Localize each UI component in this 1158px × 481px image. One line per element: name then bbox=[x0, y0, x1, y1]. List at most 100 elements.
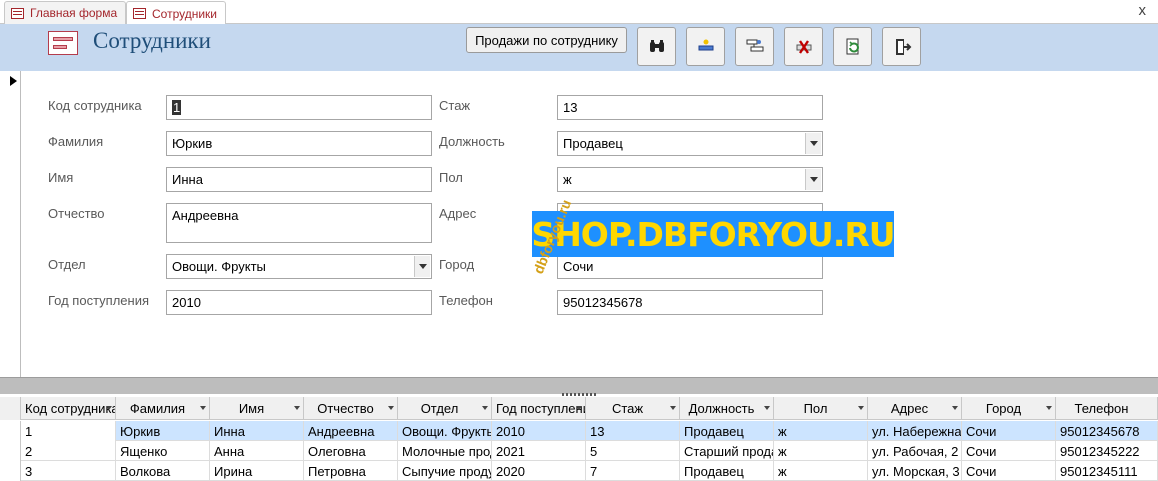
table-cell[interactable]: Овощи. Фрукты bbox=[398, 421, 492, 441]
column-header-label: Телефон bbox=[1074, 401, 1129, 416]
exit-icon bbox=[895, 38, 911, 55]
position-combo[interactable]: Продавец bbox=[557, 131, 823, 156]
patronymic-field[interactable]: Андреевна bbox=[166, 203, 432, 243]
find-button[interactable] bbox=[637, 27, 676, 66]
table-cell[interactable]: Сочи bbox=[962, 461, 1056, 481]
table-cell[interactable]: 1 bbox=[21, 421, 116, 441]
column-header[interactable]: Код сотрудника bbox=[21, 397, 116, 420]
table-cell[interactable]: ул. Рабочая, 2 bbox=[868, 441, 962, 461]
table-cell[interactable]: 95012345678 bbox=[1056, 421, 1158, 441]
row-selector[interactable] bbox=[0, 441, 21, 461]
table-cell[interactable]: 95012345111 bbox=[1056, 461, 1158, 481]
table-cell[interactable]: 2 bbox=[21, 441, 116, 461]
column-header[interactable]: Адрес bbox=[868, 397, 962, 420]
column-header[interactable]: Фамилия bbox=[116, 397, 210, 420]
sort-dropdown-icon[interactable] bbox=[294, 406, 300, 410]
table-cell[interactable]: Петровна bbox=[304, 461, 398, 481]
sort-dropdown-icon[interactable] bbox=[200, 406, 206, 410]
column-header[interactable]: Имя bbox=[210, 397, 304, 420]
table-cell[interactable]: Сочи bbox=[962, 421, 1056, 441]
page-title: Сотрудники bbox=[93, 28, 211, 53]
table-cell[interactable]: Продавец bbox=[680, 461, 774, 481]
table-cell[interactable]: ж bbox=[774, 461, 868, 481]
chevron-down-icon[interactable] bbox=[805, 133, 821, 154]
gender-combo[interactable]: ж bbox=[557, 167, 823, 192]
table-cell[interactable]: ж bbox=[774, 441, 868, 461]
table-cell[interactable]: Олеговна bbox=[304, 441, 398, 461]
table-cell[interactable]: 2021 bbox=[492, 441, 586, 461]
table-cell[interactable]: Ирина bbox=[210, 461, 304, 481]
column-header[interactable]: Город bbox=[962, 397, 1056, 420]
select-all-corner[interactable] bbox=[0, 397, 21, 420]
table-cell[interactable]: 95012345222 bbox=[1056, 441, 1158, 461]
table-row[interactable]: 3ВолковаИринаПетровнаСыпучие продукты202… bbox=[0, 461, 1158, 481]
sort-dropdown-icon[interactable] bbox=[482, 406, 488, 410]
phone-field[interactable]: 95012345678 bbox=[557, 290, 823, 315]
tab-employees-label: Сотрудники bbox=[152, 6, 217, 21]
surname-field[interactable]: Юркив bbox=[166, 131, 432, 156]
table-cell[interactable]: Сыпучие продукты bbox=[398, 461, 492, 481]
table-cell[interactable]: ул. Морская, 3 bbox=[868, 461, 962, 481]
splitter-grip-icon[interactable] bbox=[562, 393, 596, 396]
sort-dropdown-icon[interactable] bbox=[670, 406, 676, 410]
table-cell[interactable]: Продавец bbox=[680, 421, 774, 441]
table-cell[interactable]: ул. Набережная bbox=[868, 421, 962, 441]
department-combo[interactable]: Овощи. Фрукты bbox=[166, 254, 432, 279]
column-header[interactable]: Стаж bbox=[586, 397, 680, 420]
sort-dropdown-icon[interactable] bbox=[952, 406, 958, 410]
column-header[interactable]: Год поступления bbox=[492, 397, 586, 420]
sales-by-employee-button[interactable]: Продажи по сотруднику bbox=[466, 27, 627, 53]
sort-dropdown-icon[interactable] bbox=[106, 406, 112, 410]
table-cell[interactable]: Юркив bbox=[116, 421, 210, 441]
table-cell[interactable]: Андреевна bbox=[304, 421, 398, 441]
table-cell[interactable]: ж bbox=[774, 421, 868, 441]
table-cell[interactable]: Старший продавец bbox=[680, 441, 774, 461]
column-header[interactable]: Отчество bbox=[304, 397, 398, 420]
close-icon[interactable]: x bbox=[1139, 3, 1147, 19]
table-cell[interactable]: Волкова bbox=[116, 461, 210, 481]
city-field[interactable]: Сочи bbox=[557, 254, 823, 279]
chevron-down-icon[interactable] bbox=[805, 169, 821, 190]
tab-main-form[interactable]: Главная форма bbox=[4, 1, 127, 24]
sort-dropdown-icon[interactable] bbox=[1046, 406, 1052, 410]
refresh-button[interactable] bbox=[833, 27, 872, 66]
table-cell[interactable]: 7 bbox=[586, 461, 680, 481]
table-cell[interactable]: Сочи bbox=[962, 441, 1056, 461]
sort-dropdown-icon[interactable] bbox=[576, 406, 582, 410]
table-cell[interactable]: 13 bbox=[586, 421, 680, 441]
table-cell[interactable]: Молочные продукты bbox=[398, 441, 492, 461]
column-header[interactable]: Пол bbox=[774, 397, 868, 420]
table-cell[interactable]: 2010 bbox=[492, 421, 586, 441]
table-row[interactable]: 2ЯщенкоАннаОлеговнаМолочные продукты2021… bbox=[0, 441, 1158, 461]
table-cell[interactable]: 3 bbox=[21, 461, 116, 481]
sort-dropdown-icon[interactable] bbox=[858, 406, 864, 410]
table-cell[interactable]: Инна bbox=[210, 421, 304, 441]
delete-record-button[interactable] bbox=[784, 27, 823, 66]
table-cell[interactable]: 5 bbox=[586, 441, 680, 461]
table-row[interactable]: 1 Юркив Инна Андреевна Овощи. Фрукты 2010 13 Пр… bbox=[0, 421, 1158, 441]
column-header-label: Отдел bbox=[420, 401, 459, 416]
column-header[interactable]: Телефон bbox=[1056, 397, 1158, 420]
record-selector[interactable] bbox=[0, 71, 21, 377]
split-form-divider[interactable] bbox=[0, 377, 1158, 396]
table-cell[interactable]: Ященко bbox=[116, 441, 210, 461]
new-record-button[interactable] bbox=[686, 27, 725, 66]
save-record-button[interactable] bbox=[735, 27, 774, 66]
chevron-down-icon[interactable] bbox=[414, 256, 430, 277]
table-cell[interactable]: Анна bbox=[210, 441, 304, 461]
tab-employees[interactable]: Сотрудники bbox=[126, 1, 226, 25]
employee-id-field[interactable]: 1 bbox=[166, 95, 432, 120]
datasheet-header: Код сотрудника Фамилия Имя Отчество Отдел Год… bbox=[0, 397, 1158, 420]
table-cell[interactable]: 2020 bbox=[492, 461, 586, 481]
column-header[interactable]: Отдел bbox=[398, 397, 492, 420]
sort-dropdown-icon[interactable] bbox=[388, 406, 394, 410]
column-header[interactable]: Должность bbox=[680, 397, 774, 420]
hire-year-field[interactable]: 2010 bbox=[166, 290, 432, 315]
exit-button[interactable] bbox=[882, 27, 921, 66]
name-field[interactable]: Инна bbox=[166, 167, 432, 192]
row-selector[interactable] bbox=[0, 421, 21, 441]
row-selector[interactable] bbox=[0, 461, 21, 481]
position-value: Продавец bbox=[563, 136, 623, 151]
experience-field[interactable]: 13 bbox=[557, 95, 823, 120]
sort-dropdown-icon[interactable] bbox=[764, 406, 770, 410]
